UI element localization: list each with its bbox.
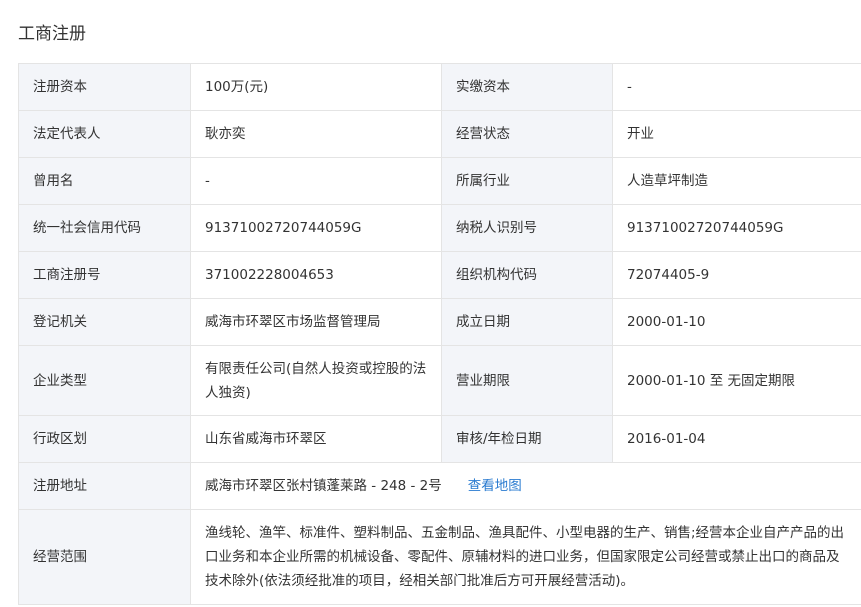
- former-name-value: -: [190, 157, 442, 205]
- legal-representative-value: 耿亦奕: [190, 110, 442, 158]
- registered-capital-value: 100万(元): [190, 63, 442, 111]
- business-term-label: 营业期限: [441, 345, 613, 416]
- company-type-label: 企业类型: [18, 345, 191, 416]
- operating-status-label: 经营状态: [441, 110, 613, 158]
- table-row: 工商注册号 371002228004653 组织机构代码 72074405-9: [18, 251, 861, 299]
- registration-number-label: 工商注册号: [18, 251, 191, 299]
- table-row: 曾用名 - 所属行业 人造草坪制造: [18, 157, 861, 205]
- table-row: 统一社会信用代码 91371002720744059G 纳税人识别号 91371…: [18, 204, 861, 252]
- section-title: 工商注册: [18, 24, 86, 44]
- business-scope-value: 渔线轮、渔竿、标准件、塑料制品、五金制品、渔具配件、小型电器的生产、销售;经营本…: [190, 509, 861, 605]
- former-name-label: 曾用名: [18, 157, 191, 205]
- credit-code-value: 91371002720744059G: [190, 204, 442, 252]
- paid-in-capital-label: 实缴资本: [441, 63, 613, 111]
- table-row: 法定代表人 耿亦奕 经营状态 开业: [18, 110, 861, 158]
- business-registration-table: 注册资本 100万(元) 实缴资本 - 法定代表人 耿亦奕 经营状态 开业 曾用…: [18, 63, 861, 605]
- registration-number-value: 371002228004653: [190, 251, 442, 299]
- registered-address-cell: 威海市环翠区张村镇蓬莱路 - 248 - 2号 查看地图: [190, 462, 861, 510]
- table-row: 行政区划 山东省威海市环翠区 审核/年检日期 2016-01-04: [18, 415, 861, 463]
- business-term-value: 2000-01-10 至 无固定期限: [612, 345, 861, 416]
- founding-date-value: 2000-01-10: [612, 298, 861, 346]
- credit-code-label: 统一社会信用代码: [18, 204, 191, 252]
- organization-code-label: 组织机构代码: [441, 251, 613, 299]
- table-row: 经营范围 渔线轮、渔竿、标准件、塑料制品、五金制品、渔具配件、小型电器的生产、销…: [18, 509, 861, 605]
- industry-value: 人造草坪制造: [612, 157, 861, 205]
- founding-date-label: 成立日期: [441, 298, 613, 346]
- table-row: 注册资本 100万(元) 实缴资本 -: [18, 63, 861, 111]
- taxpayer-id-label: 纳税人识别号: [441, 204, 613, 252]
- table-row: 登记机关 威海市环翠区市场监督管理局 成立日期 2000-01-10: [18, 298, 861, 346]
- registration-authority-value: 威海市环翠区市场监督管理局: [190, 298, 442, 346]
- industry-label: 所属行业: [441, 157, 613, 205]
- company-type-value: 有限责任公司(自然人投资或控股的法人独资): [190, 345, 442, 416]
- organization-code-value: 72074405-9: [612, 251, 861, 299]
- legal-representative-label: 法定代表人: [18, 110, 191, 158]
- taxpayer-id-value: 91371002720744059G: [612, 204, 861, 252]
- inspection-date-label: 审核/年检日期: [441, 415, 613, 463]
- table-row: 注册地址 威海市环翠区张村镇蓬莱路 - 248 - 2号 查看地图: [18, 462, 861, 510]
- business-scope-label: 经营范围: [18, 509, 191, 605]
- administrative-region-label: 行政区划: [18, 415, 191, 463]
- registered-address-value: 威海市环翠区张村镇蓬莱路 - 248 - 2号: [205, 478, 442, 494]
- paid-in-capital-value: -: [612, 63, 861, 111]
- registration-authority-label: 登记机关: [18, 298, 191, 346]
- view-map-link[interactable]: 查看地图: [468, 478, 522, 494]
- registered-capital-label: 注册资本: [18, 63, 191, 111]
- operating-status-value: 开业: [612, 110, 861, 158]
- administrative-region-value: 山东省威海市环翠区: [190, 415, 442, 463]
- table-row: 企业类型 有限责任公司(自然人投资或控股的法人独资) 营业期限 2000-01-…: [18, 345, 861, 416]
- inspection-date-value: 2016-01-04: [612, 415, 861, 463]
- registered-address-label: 注册地址: [18, 462, 191, 510]
